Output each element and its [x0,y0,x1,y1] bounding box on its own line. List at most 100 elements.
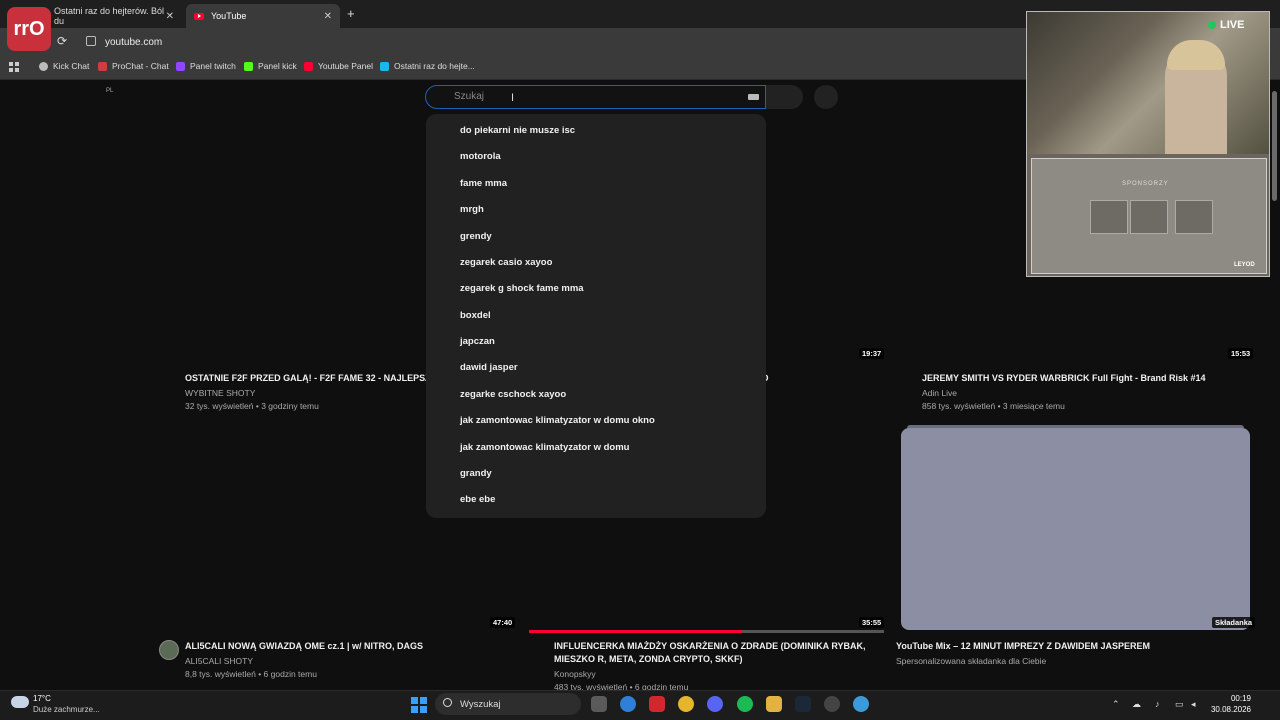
bookmark-label: ProChat - Chat [112,61,169,71]
new-tab-button[interactable]: + [347,6,355,21]
bookmark-kick-chat[interactable]: Kick Chat [39,61,89,71]
folder-icon[interactable] [766,696,782,712]
sponsor-logo [1090,200,1128,234]
search-icon [443,698,452,707]
taskbar-search[interactable] [435,693,581,715]
bookmark-label: Panel twitch [190,61,236,71]
bookmark-youtube-panel[interactable]: Youtube Panel [304,61,373,71]
suggestion-item[interactable]: zegarke cschock xayoo [460,389,566,400]
steam-icon[interactable] [795,696,811,712]
clock-time[interactable]: 00:19 [1219,694,1251,703]
prochat-icon [98,61,107,71]
stream-overlay [1026,11,1270,277]
suggestion-item[interactable]: grendy [460,231,492,242]
webcam-feed [1027,12,1269,154]
live-label: LIVE [1220,19,1245,31]
youtube-icon [194,12,204,20]
video-meta: 858 tys. wyświetleń • 3 miesiące temu [922,401,1065,411]
sponsor-logo [1130,200,1168,234]
apps-grid-icon[interactable] [9,62,19,72]
spotify-icon[interactable] [737,696,753,712]
address-bar[interactable]: youtube.com [105,37,162,48]
channel-name[interactable]: Konopskyy [554,669,596,679]
channel-name[interactable]: ALI5CALI SHOTY [185,656,253,666]
tab-hejterow[interactable]: Ostatni raz do hejterów. Ból du ✕ [46,4,182,28]
video-duration: 15:53 [1228,348,1254,359]
sponsors-label: SPONSORZY [1122,181,1169,187]
bookmark-panel-kick[interactable]: Panel kick [244,61,297,71]
suggestion-item[interactable]: zegarek casio xayoo [460,257,552,268]
tab-youtube[interactable]: YouTube ✕ [186,4,340,28]
mix-thumbnail[interactable] [901,425,1250,630]
site-info-icon[interactable] [86,36,96,46]
mix-badge: Składanka [1212,617,1256,628]
country-code: PL [106,88,114,94]
cloud-icon[interactable]: ☁ [1132,699,1141,710]
video-duration: 19:37 [859,348,885,359]
scrollbar-thumb[interactable] [1272,91,1277,201]
suggestion-item[interactable]: boxdel [460,310,491,321]
watch-progress-bar [529,630,884,633]
suggestion-item[interactable]: jak zamontowac klimatyzator w domu okno [460,415,655,426]
microphone-icon[interactable]: ♪ [1155,699,1160,709]
close-icon[interactable]: ✕ [166,11,174,22]
channel-name[interactable]: Adin Live [922,388,957,398]
globe-icon [39,61,48,71]
page-scrollbar[interactable] [1270,81,1280,690]
close-icon[interactable]: ✕ [324,11,332,22]
windows-taskbar [0,690,1280,720]
suggestion-item[interactable]: grandy [460,468,492,479]
task-view-icon[interactable] [591,696,607,712]
suggestion-item[interactable]: motorola [460,151,501,162]
video-title[interactable]: OSTATNIE F2F PRZED GALĄ! - F2F FAME 32 -… [185,372,431,385]
channel-name[interactable]: Spersonalizowana składanka dla Ciebie [896,656,1046,666]
suggestion-item[interactable]: japczan [460,336,495,347]
chrome-icon[interactable] [678,696,694,712]
live-dot-icon [1208,21,1216,29]
reload-icon[interactable]: ⟳ [57,34,67,48]
suggestion-item[interactable]: zegarek g shock fame mma [460,283,584,294]
suggestion-item[interactable]: mrgh [460,204,484,215]
windows-start-icon[interactable] [411,697,427,713]
suggestion-item[interactable]: ebe ebe [460,494,495,505]
bookmark-panel-twitch[interactable]: Panel twitch [176,61,236,71]
search-button[interactable] [766,85,803,109]
chevron-up-icon[interactable]: ⌃ [1112,699,1120,710]
globe-icon[interactable] [853,696,869,712]
network-icon[interactable]: ▭ [1175,699,1184,710]
video-title[interactable]: YouTube Mix – 12 MINUT IMPREZY Z DAWIDEM… [896,640,1150,653]
video-title[interactable]: JEREMY SMITH VS RYDER WARBRICK Full Figh… [922,372,1206,385]
video-title[interactable]: ALI5CALI NOWĄ GWIAZDĄ OME cz.1 | w/ NITR… [185,640,423,653]
kick-icon [244,61,253,71]
avatar[interactable] [159,640,179,660]
bookmark-ostatni-raz[interactable]: Ostatni raz do hejte... [380,61,475,71]
suggestion-item[interactable]: do piekarni nie musze isc [460,125,575,136]
obs-icon[interactable] [824,696,840,712]
overlay-corner-label: LEYOD [1234,262,1255,268]
volume-icon[interactable]: ◂ [1191,699,1196,710]
discord-icon[interactable] [707,696,723,712]
video-title[interactable]: INFLUENCERKA MIAŻDŻY OSKARŻENIA O ZDRADE… [554,640,866,653]
suggestion-item[interactable]: dawid jasper [460,362,518,373]
suggestion-item[interactable]: jak zamontowac klimatyzator w domu [460,442,629,453]
weather-description[interactable]: Duże zachmurze... [33,705,100,714]
taskbar-search-label: Wyszukaj [460,699,501,710]
clock-date[interactable]: 30.08.2026 [1203,705,1251,714]
video-meta: 32 tys. wyświetleń • 3 godziny temu [185,401,319,411]
keyboard-icon[interactable] [748,94,759,100]
suggestion-item[interactable]: fame mma [460,178,507,189]
cloud-icon[interactable] [11,696,29,708]
acrobat-icon[interactable] [649,696,665,712]
bookmark-prochat[interactable]: ProChat - Chat [98,61,169,71]
youtube-icon [304,61,313,71]
channel-name[interactable]: WYBITNE SHOTY [185,388,255,398]
video-title-line2[interactable]: MIESZKO R, META, ZONDA CRYPTO, SKKF) [554,653,743,666]
temperature[interactable]: 17°C [33,694,51,703]
edge-icon[interactable] [620,696,636,712]
search-placeholder: Szukaj [454,91,485,102]
bookmark-label: Ostatni raz do hejte... [394,61,475,71]
tab-title: YouTube [211,11,247,21]
video-meta: 8,8 tys. wyświetleń • 6 godzin temu [185,669,317,679]
voice-search-button[interactable] [814,85,838,109]
video-duration: 47:40 [490,617,516,628]
